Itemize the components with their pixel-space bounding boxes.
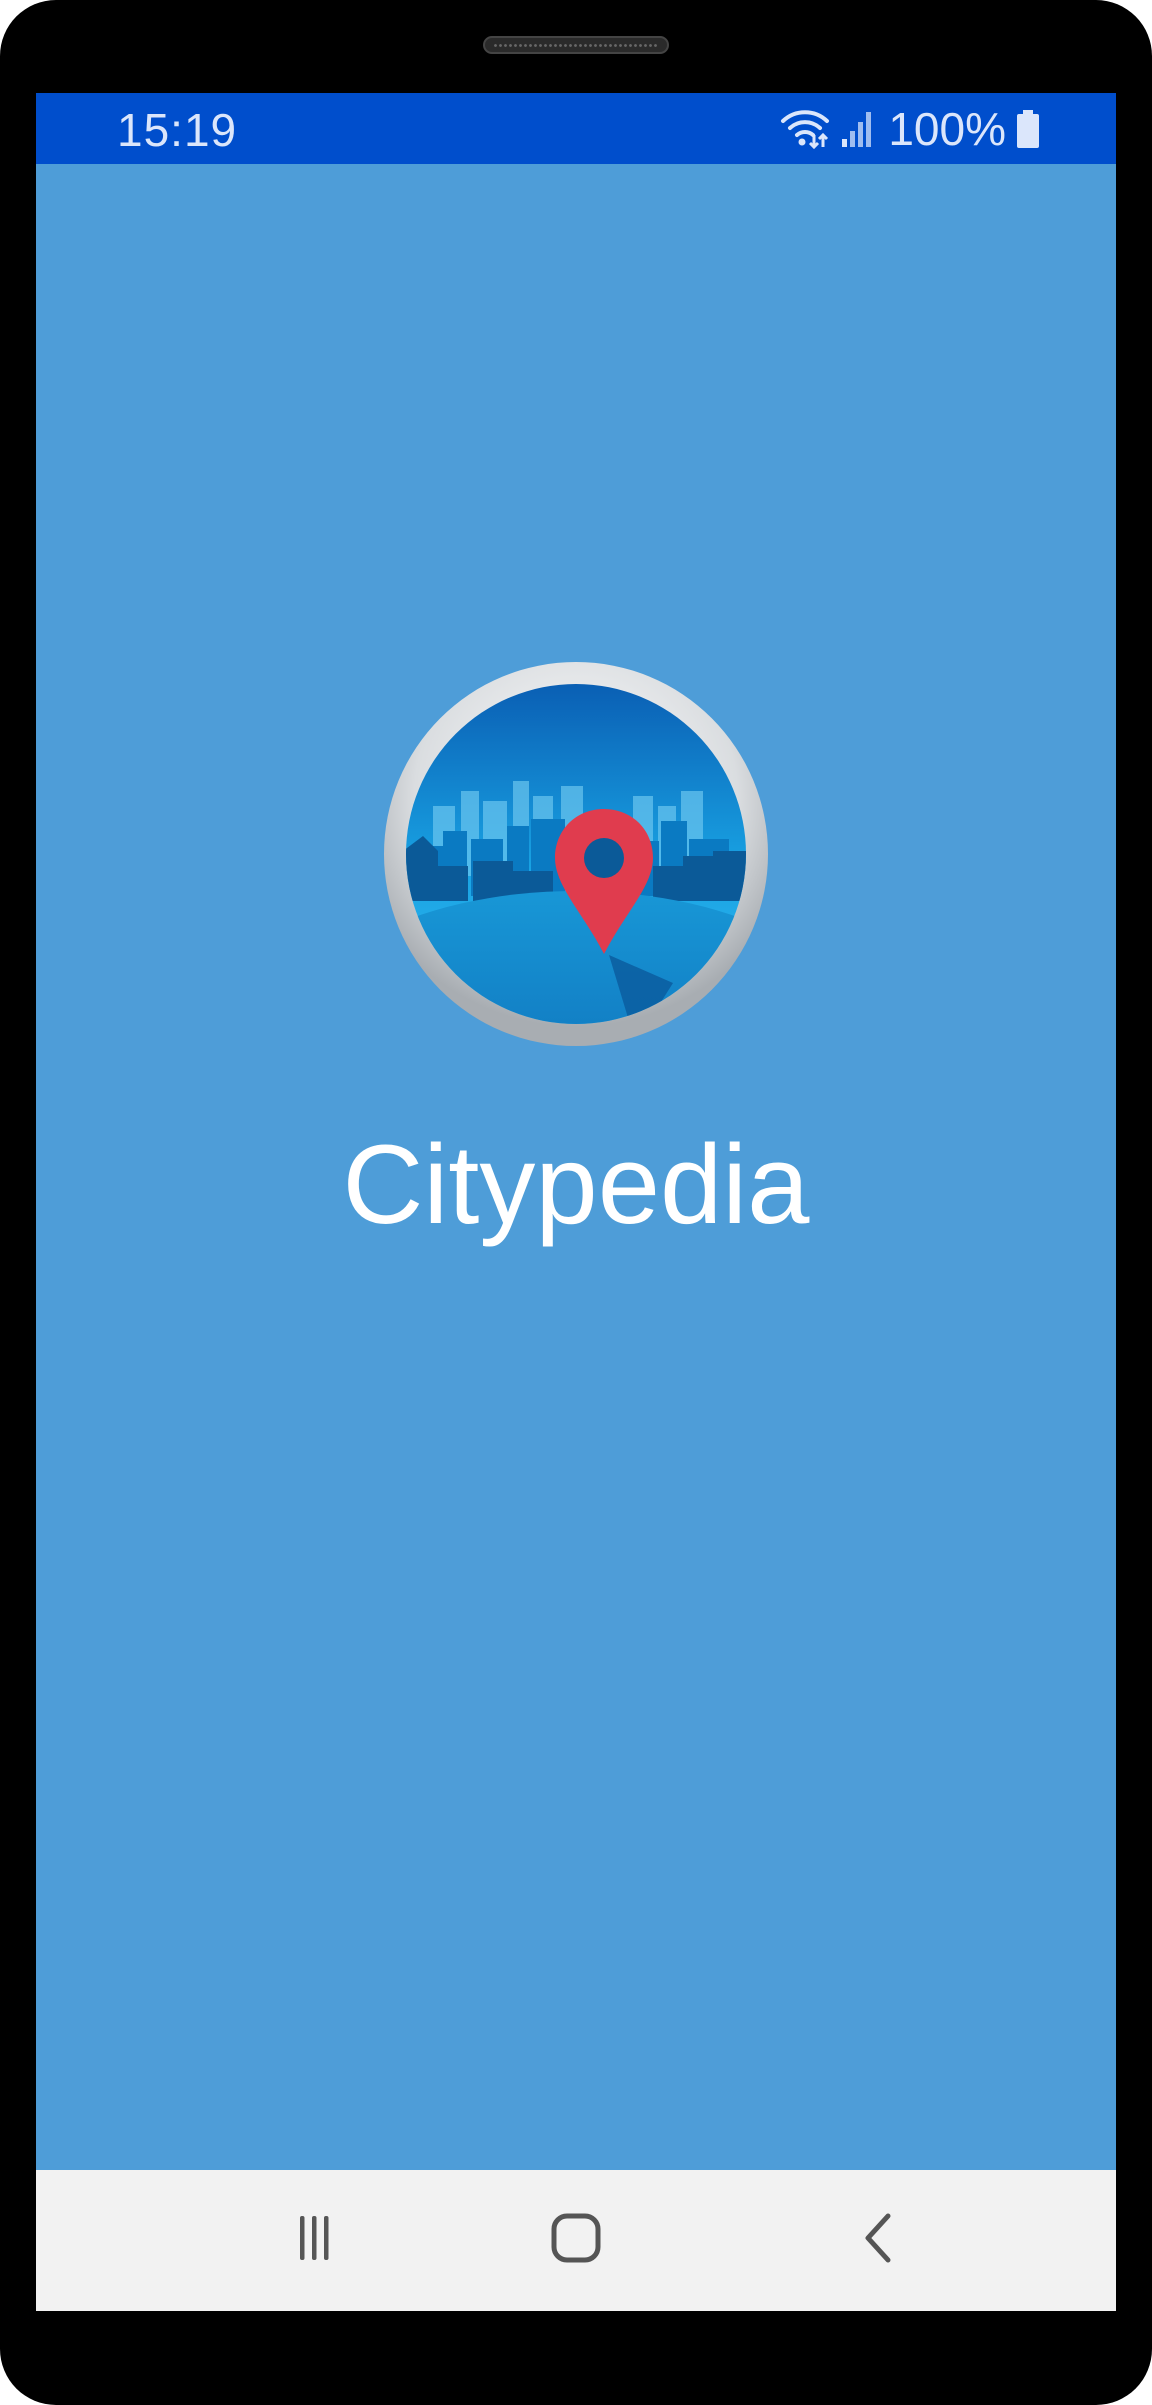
recents-icon: [300, 2216, 329, 2260]
status-time: 15:19: [117, 104, 238, 156]
status-icons: 100%: [780, 103, 1040, 155]
home-icon: [551, 2213, 601, 2263]
status-bar: 15:19 100%: [36, 93, 1116, 164]
navigation-bar: [36, 2170, 1116, 2311]
battery-icon: [1017, 110, 1039, 148]
app-name: Citypedia: [342, 1122, 810, 1247]
battery-percentage: 100%: [888, 103, 1006, 155]
back-icon: [865, 2213, 891, 2263]
earpiece-speaker: [483, 36, 669, 54]
home-button[interactable]: [536, 2198, 616, 2278]
back-button[interactable]: [838, 2198, 918, 2278]
city-map-pin-logo: [384, 662, 768, 1046]
wifi-icon: [781, 110, 830, 149]
signal-icon: [842, 112, 872, 147]
phone-frame: 15:19 100% Citypedia: [0, 0, 1152, 2405]
splash-screen: Citypedia: [36, 164, 1116, 2170]
screen: 15:19 100% Citypedia: [36, 93, 1116, 2311]
recents-button[interactable]: [274, 2198, 354, 2278]
